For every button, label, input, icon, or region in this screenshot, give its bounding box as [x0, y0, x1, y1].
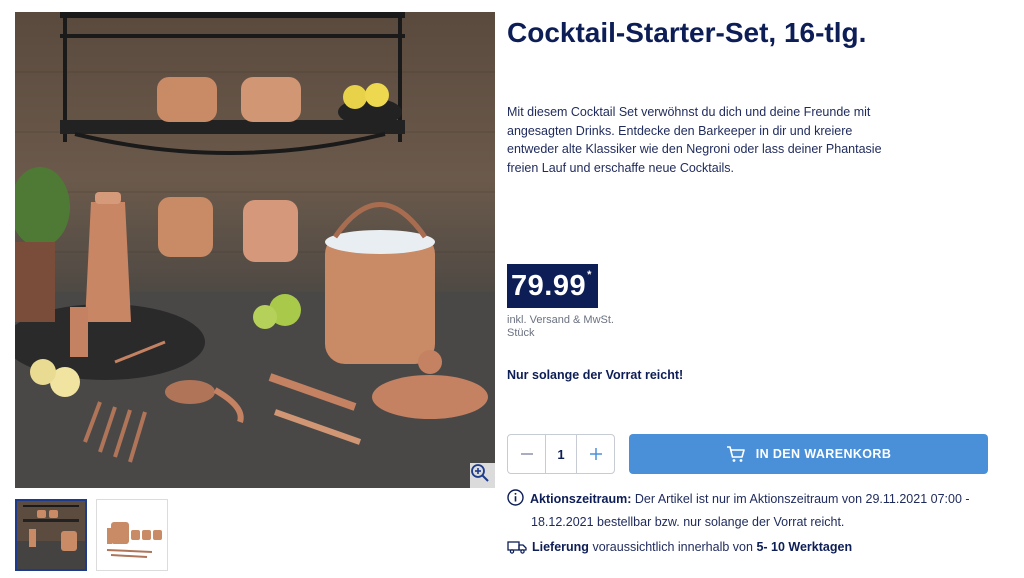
promo-text-line2: 18.12.2021 bestellbar bzw. nur solange d…: [531, 515, 845, 529]
promo-period: Aktionszeitraum: Der Artikel ist nur im …: [507, 489, 987, 532]
zoom-in-icon: [471, 464, 489, 482]
thumbnail-1-image: [17, 501, 85, 569]
delivery-text: voraussichtlich innerhalb von: [592, 540, 753, 554]
stock-note: Nur solange der Vorrat reicht!: [507, 368, 684, 382]
cart-icon: [726, 446, 745, 462]
delivery-days: 5- 10 Werktagen: [756, 540, 853, 554]
delivery-label: Lieferung: [532, 540, 589, 554]
promo-text-line1: Der Artikel ist nur im Aktionszeitraum v…: [634, 492, 970, 506]
product-description: Mit diesem Cocktail Set verwöhnst du dic…: [507, 105, 882, 175]
vat-note: inkl. Versand & MwSt.: [507, 314, 614, 326]
increase-quantity-button[interactable]: [576, 435, 614, 473]
decrease-quantity-button[interactable]: [508, 435, 546, 473]
zoom-button[interactable]: [470, 463, 495, 488]
add-to-cart-button[interactable]: IN DEN WARENKORB: [629, 434, 988, 474]
price-value: 79.99: [511, 269, 587, 302]
thumbnail-2-image: [97, 500, 167, 570]
plus-icon: [589, 448, 602, 460]
add-to-cart-label: IN DEN WARENKORB: [755, 447, 892, 461]
thumbnail-2[interactable]: [96, 499, 168, 571]
promo-label: Aktionszeitraum:: [530, 492, 632, 506]
price-asterisk: *: [587, 269, 592, 281]
product-main-image[interactable]: [15, 12, 495, 488]
delivery-info: Lieferung voraussichtlich innerhalb von …: [507, 540, 852, 554]
quantity-input[interactable]: [546, 435, 576, 473]
thumbnail-1[interactable]: [15, 499, 87, 571]
truck-icon: [507, 541, 527, 554]
minus-icon: [520, 453, 533, 455]
info-icon: [507, 489, 524, 512]
quantity-stepper: [507, 434, 615, 474]
product-photo-illustration: [15, 12, 495, 488]
price-unit: Stück: [507, 327, 535, 339]
price-tag: 79.99 *: [507, 264, 598, 308]
product-title: Cocktail-Starter-Set, 16-tlg.: [507, 17, 867, 48]
